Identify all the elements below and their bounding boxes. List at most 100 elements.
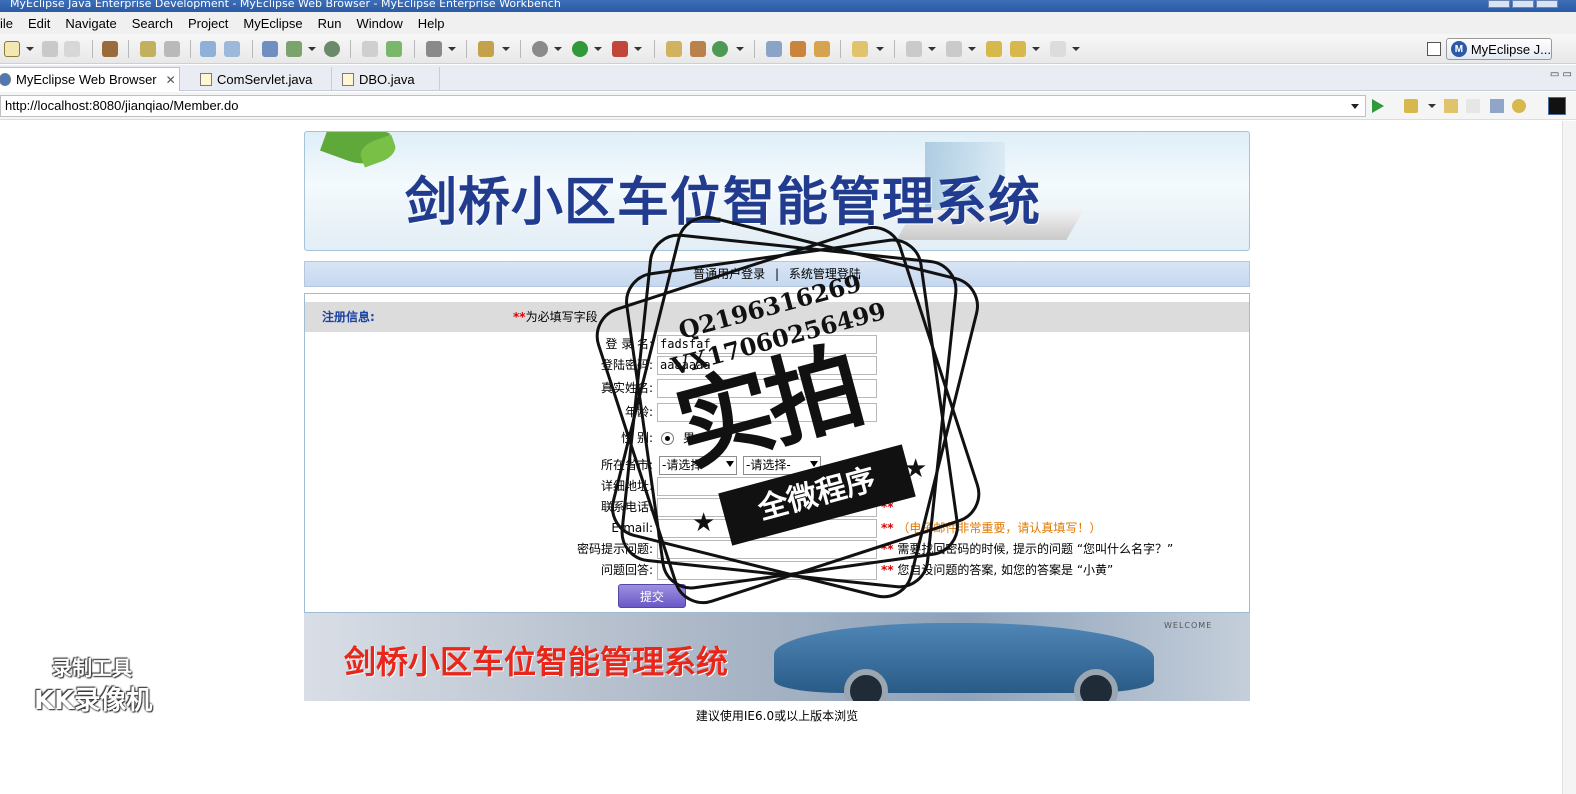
main-toolbar: M MyEclipse J... bbox=[0, 34, 1576, 64]
menu-help[interactable]: Help bbox=[411, 16, 453, 31]
package-icon[interactable] bbox=[102, 41, 118, 57]
tab-myeclipse-web-browser[interactable]: MyEclipse Web Browser ✕ bbox=[0, 67, 180, 91]
tab-dbo-java[interactable]: DBO.java bbox=[338, 67, 440, 91]
vertical-scrollbar[interactable] bbox=[1562, 121, 1576, 794]
next-annotation-icon[interactable] bbox=[906, 41, 922, 57]
add-icon[interactable] bbox=[386, 41, 402, 57]
myeclipse-logo-icon: M bbox=[1451, 41, 1467, 57]
open-folder-dropdown-icon[interactable] bbox=[876, 47, 884, 51]
toolbar-separator bbox=[654, 40, 655, 58]
open-perspective-icon[interactable] bbox=[1427, 42, 1441, 56]
new-dropdown-icon[interactable] bbox=[26, 47, 34, 51]
toolbar-separator bbox=[840, 40, 841, 58]
toolbar-separator bbox=[128, 40, 129, 58]
toolbar-separator bbox=[466, 40, 467, 58]
welcome-text: WELCOME bbox=[1164, 621, 1213, 630]
new-element-dropdown-icon[interactable] bbox=[736, 47, 744, 51]
open-type-dropdown-icon[interactable] bbox=[502, 47, 510, 51]
window-title-bar: MyEclipse Java Enterprise Development - … bbox=[0, 0, 1576, 12]
view-controls[interactable]: ▭ ▭ bbox=[1550, 69, 1572, 80]
save-icon[interactable] bbox=[42, 41, 58, 57]
menu-run[interactable]: Run bbox=[311, 16, 350, 31]
menu-file[interactable]: ile bbox=[0, 16, 21, 31]
server-icon[interactable] bbox=[200, 41, 216, 57]
perspective-button[interactable]: M MyEclipse J... bbox=[1446, 38, 1552, 60]
globe-icon[interactable] bbox=[324, 41, 340, 57]
deploy-icon[interactable] bbox=[164, 41, 180, 57]
menu-edit[interactable]: Edit bbox=[21, 16, 58, 31]
run-dropdown-icon[interactable] bbox=[594, 47, 602, 51]
next-annotation-dropdown-icon[interactable] bbox=[928, 47, 936, 51]
folder-search-icon[interactable] bbox=[814, 41, 830, 57]
console-icon[interactable] bbox=[1548, 97, 1566, 115]
new-class-icon[interactable] bbox=[666, 41, 682, 57]
rocket-icon[interactable] bbox=[790, 41, 806, 57]
address-bar: http://localhost:8080/jianqiao/Member.do bbox=[0, 92, 1576, 120]
browser-recommendation: 建议使用IE6.0或以上版本浏览 bbox=[695, 709, 859, 723]
browser-icon bbox=[0, 73, 11, 86]
close-tab-icon[interactable]: ✕ bbox=[166, 73, 176, 87]
refresh-icon[interactable] bbox=[1512, 99, 1526, 113]
toolbar-separator bbox=[520, 40, 521, 58]
toolbar-separator bbox=[252, 40, 253, 58]
external-tools-dropdown-icon[interactable] bbox=[634, 47, 642, 51]
favorites-dropdown-icon[interactable] bbox=[1428, 104, 1436, 108]
prev-annotation-dropdown-icon[interactable] bbox=[968, 47, 976, 51]
external-tools-icon[interactable] bbox=[612, 41, 628, 57]
star-icon: ★ bbox=[692, 508, 716, 538]
window-title: MyEclipse Java Enterprise Development - … bbox=[10, 0, 561, 10]
go-icon[interactable] bbox=[1372, 99, 1384, 113]
forward-icon[interactable] bbox=[1050, 41, 1066, 57]
print-icon[interactable] bbox=[64, 41, 80, 57]
close-window-button[interactable] bbox=[1536, 0, 1558, 8]
toolbar-separator bbox=[92, 40, 93, 58]
editor-tab-bar: MyEclipse Web Browser ✕ ComServlet.java … bbox=[0, 65, 1576, 91]
open-task-icon[interactable] bbox=[766, 41, 782, 57]
tab-label: DBO.java bbox=[359, 71, 415, 87]
debug-bug-icon[interactable] bbox=[140, 41, 156, 57]
new-element-icon[interactable] bbox=[712, 41, 728, 57]
menu-navigate[interactable]: Navigate bbox=[58, 16, 124, 31]
image-icon[interactable] bbox=[362, 41, 378, 57]
project-dropdown-icon[interactable] bbox=[308, 47, 316, 51]
camera-icon[interactable] bbox=[426, 41, 442, 57]
toolbar-separator bbox=[894, 40, 895, 58]
window-controls bbox=[1488, 0, 1558, 8]
open-folder-icon[interactable] bbox=[852, 41, 868, 57]
menu-search[interactable]: Search bbox=[125, 16, 181, 31]
tab-comservlet-java[interactable]: ComServlet.java bbox=[196, 67, 332, 91]
new-package-icon[interactable] bbox=[690, 41, 706, 57]
back-icon[interactable] bbox=[1010, 41, 1026, 57]
menu-myeclipse[interactable]: MyEclipse bbox=[236, 16, 310, 31]
server-run-icon[interactable] bbox=[224, 41, 240, 57]
hierarchy-icon[interactable] bbox=[262, 41, 278, 57]
camera-dropdown-icon[interactable] bbox=[448, 47, 456, 51]
minimize-button[interactable] bbox=[1488, 0, 1510, 8]
maximize-button[interactable] bbox=[1512, 0, 1534, 8]
new-file-icon[interactable] bbox=[4, 41, 20, 57]
favorites-icon[interactable] bbox=[1404, 99, 1418, 113]
form-section-label: 注册信息: bbox=[322, 310, 375, 324]
prev-annotation-icon[interactable] bbox=[946, 41, 962, 57]
back-dropdown-icon[interactable] bbox=[1032, 47, 1040, 51]
tab-label: MyEclipse Web Browser bbox=[16, 72, 157, 87]
forward-browser-icon[interactable] bbox=[1466, 99, 1480, 113]
menu-window[interactable]: Window bbox=[350, 16, 411, 31]
menu-project[interactable]: Project bbox=[181, 16, 236, 31]
url-dropdown-icon[interactable] bbox=[1351, 104, 1359, 109]
debug-run-icon[interactable] bbox=[532, 41, 548, 57]
url-input[interactable]: http://localhost:8080/jianqiao/Member.do bbox=[0, 95, 1366, 117]
tab-label: ComServlet.java bbox=[217, 71, 313, 87]
toolbar-separator bbox=[350, 40, 351, 58]
new-project-icon[interactable] bbox=[286, 41, 302, 57]
run-icon[interactable] bbox=[572, 41, 588, 57]
required-mark: ** bbox=[513, 310, 526, 324]
forward-dropdown-icon[interactable] bbox=[1072, 47, 1080, 51]
menu-bar: ile Edit Navigate Search Project MyEclip… bbox=[0, 12, 1576, 34]
stop-icon[interactable] bbox=[1490, 99, 1504, 113]
last-edit-icon[interactable] bbox=[986, 41, 1002, 57]
back-browser-icon[interactable] bbox=[1444, 99, 1458, 113]
open-type-icon[interactable] bbox=[478, 41, 494, 57]
debug-dropdown-icon[interactable] bbox=[554, 47, 562, 51]
recorder-watermark: 录制工具 KK录像机 bbox=[34, 652, 170, 716]
